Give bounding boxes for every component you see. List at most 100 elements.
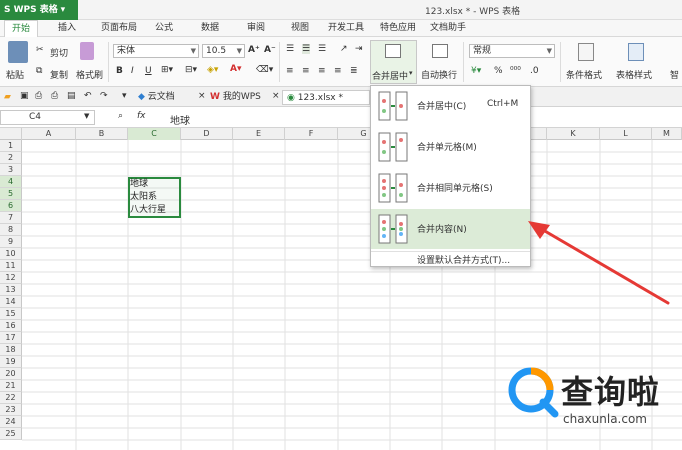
tab-insert[interactable]: 插入 bbox=[52, 20, 82, 37]
formula-input[interactable]: 地球 bbox=[170, 112, 190, 127]
tab-review[interactable]: 审阅 bbox=[242, 20, 270, 37]
column-header[interactable]: M bbox=[652, 128, 682, 140]
row-header[interactable]: 24 bbox=[0, 416, 22, 428]
menu-item-merge-content[interactable]: 合并内容(N) bbox=[371, 209, 530, 249]
preview-icon[interactable]: ▤ bbox=[67, 91, 76, 101]
font-name-select[interactable]: 宋体 ▼ bbox=[113, 44, 199, 58]
column-header[interactable]: E bbox=[233, 128, 285, 140]
align-right-icon[interactable]: ≡ bbox=[318, 66, 326, 76]
column-header[interactable]: D bbox=[181, 128, 233, 140]
tab-doc-assistant[interactable]: 文档助手 bbox=[428, 20, 468, 37]
distribute-icon[interactable]: ≣ bbox=[350, 66, 358, 76]
menu-item-set-default-merge[interactable]: 设置默认合并方式(T)... bbox=[417, 253, 510, 266]
print-icon[interactable]: ⎙ bbox=[51, 91, 58, 101]
grow-font-icon[interactable]: A⁺ bbox=[248, 45, 260, 55]
tab-cloud-docs[interactable]: ◆ 云文档 bbox=[138, 90, 200, 105]
cell-c4[interactable]: 地球 bbox=[130, 178, 148, 190]
menu-item-merge-cells[interactable]: 合并单元格(M) bbox=[371, 127, 530, 167]
align-center-icon[interactable]: ≡ bbox=[302, 66, 310, 76]
row-header[interactable]: 23 bbox=[0, 404, 22, 416]
tab-active-workbook[interactable]: ◉ 123.xlsx * bbox=[282, 90, 370, 105]
row-header[interactable]: 16 bbox=[0, 320, 22, 332]
justify-icon[interactable]: ≡ bbox=[334, 66, 342, 76]
conditional-format-button[interactable]: 条件格式 bbox=[566, 68, 602, 81]
cell-c5[interactable]: 太阳系 bbox=[130, 191, 157, 203]
table-style-icon[interactable] bbox=[628, 43, 644, 61]
tab-formulas[interactable]: 公式 bbox=[150, 20, 178, 37]
row-header[interactable]: 9 bbox=[0, 236, 22, 248]
align-middle-icon[interactable]: ☰ bbox=[302, 44, 311, 54]
percent-icon[interactable]: % bbox=[494, 66, 503, 76]
more-button[interactable]: 智 bbox=[670, 68, 679, 81]
font-color-icon[interactable]: A▾ bbox=[230, 64, 241, 74]
italic-icon[interactable]: I bbox=[131, 66, 134, 76]
row-header[interactable]: 20 bbox=[0, 368, 22, 380]
underline-icon[interactable]: U bbox=[145, 66, 152, 76]
quick-access-dropdown-icon[interactable]: ▾ bbox=[122, 91, 127, 101]
paste-button[interactable]: 粘贴 bbox=[6, 68, 24, 81]
column-header[interactable]: A bbox=[22, 128, 76, 140]
cut-button[interactable]: 剪切 bbox=[50, 46, 68, 59]
row-header-selected[interactable]: 6 bbox=[0, 200, 22, 212]
column-header-selected[interactable]: C bbox=[128, 128, 181, 140]
undo-icon[interactable]: ↶ bbox=[84, 91, 92, 101]
bold-icon[interactable]: B bbox=[116, 66, 123, 76]
tab-page-layout[interactable]: 页面布局 bbox=[96, 20, 142, 37]
open-folder-icon[interactable]: ▰ bbox=[4, 92, 11, 102]
name-box-dropdown-icon[interactable]: ▼ bbox=[84, 112, 89, 120]
indent-icon[interactable]: ⇥ bbox=[355, 44, 363, 54]
row-header[interactable]: 7 bbox=[0, 212, 22, 224]
wrap-text-icon[interactable] bbox=[432, 44, 448, 58]
close-tab-icon[interactable]: × bbox=[272, 91, 280, 101]
save-icon[interactable]: ▣ bbox=[20, 91, 29, 101]
align-top-icon[interactable]: ☰ bbox=[286, 44, 294, 54]
decimal-icon[interactable]: .0 bbox=[530, 66, 539, 76]
font-size-select[interactable]: 10.5 ▼ bbox=[202, 44, 245, 58]
format-painter-icon[interactable] bbox=[80, 42, 94, 60]
cell-c6[interactable]: 八大行星 bbox=[130, 204, 166, 216]
column-header[interactable]: B bbox=[76, 128, 128, 140]
row-header[interactable]: 3 bbox=[0, 164, 22, 176]
fill-color-icon[interactable]: ◈▾ bbox=[207, 65, 218, 75]
row-header[interactable]: 13 bbox=[0, 284, 22, 296]
row-header-selected[interactable]: 4 bbox=[0, 176, 22, 188]
redo-icon[interactable]: ↷ bbox=[100, 91, 108, 101]
row-header[interactable]: 12 bbox=[0, 272, 22, 284]
row-header[interactable]: 17 bbox=[0, 332, 22, 344]
row-header[interactable]: 11 bbox=[0, 260, 22, 272]
tab-special[interactable]: 特色应用 bbox=[378, 20, 418, 37]
row-header[interactable]: 2 bbox=[0, 152, 22, 164]
row-header[interactable]: 18 bbox=[0, 344, 22, 356]
select-all-corner[interactable] bbox=[0, 128, 22, 140]
menu-item-merge-center[interactable]: 合并居中(C) Ctrl+M bbox=[371, 86, 530, 126]
paste-icon[interactable] bbox=[8, 41, 28, 63]
tab-data[interactable]: 数据 bbox=[196, 20, 224, 37]
number-format-select[interactable]: 常规 ▼ bbox=[469, 44, 555, 58]
row-header[interactable]: 15 bbox=[0, 308, 22, 320]
row-header[interactable]: 25 bbox=[0, 428, 22, 440]
tab-developer[interactable]: 开发工具 bbox=[326, 20, 366, 37]
zoom-icon[interactable]: ⌕ bbox=[118, 111, 123, 121]
row-header[interactable]: 14 bbox=[0, 296, 22, 308]
row-header[interactable]: 8 bbox=[0, 224, 22, 236]
row-header[interactable]: 1 bbox=[0, 140, 22, 152]
column-header[interactable]: F bbox=[285, 128, 338, 140]
shrink-font-icon[interactable]: A⁻ bbox=[264, 45, 276, 55]
border-icon[interactable]: ⊞▾ bbox=[161, 65, 173, 75]
fx-icon[interactable]: fx bbox=[137, 111, 146, 121]
row-header[interactable]: 21 bbox=[0, 380, 22, 392]
tab-home[interactable]: 开始 bbox=[4, 20, 38, 37]
row-header[interactable]: 19 bbox=[0, 356, 22, 368]
thousands-icon[interactable]: ⁰⁰⁰ bbox=[510, 66, 521, 76]
tab-view[interactable]: 视图 bbox=[286, 20, 314, 37]
align-left-icon[interactable]: ≡ bbox=[286, 66, 294, 76]
clear-format-icon[interactable]: ⌫▾ bbox=[256, 65, 273, 75]
column-header[interactable]: K bbox=[547, 128, 600, 140]
currency-icon[interactable]: ¥▾ bbox=[471, 66, 481, 76]
copy-button[interactable]: 复制 bbox=[50, 68, 68, 81]
wrap-text-button[interactable]: 自动换行 bbox=[421, 68, 457, 81]
merge-center-button[interactable]: 合并居中 ▾ bbox=[370, 40, 417, 84]
table-style-button[interactable]: 表格样式 bbox=[616, 68, 652, 81]
close-tab-icon[interactable]: × bbox=[198, 91, 206, 101]
orientation-icon[interactable]: ↗ bbox=[340, 44, 348, 54]
